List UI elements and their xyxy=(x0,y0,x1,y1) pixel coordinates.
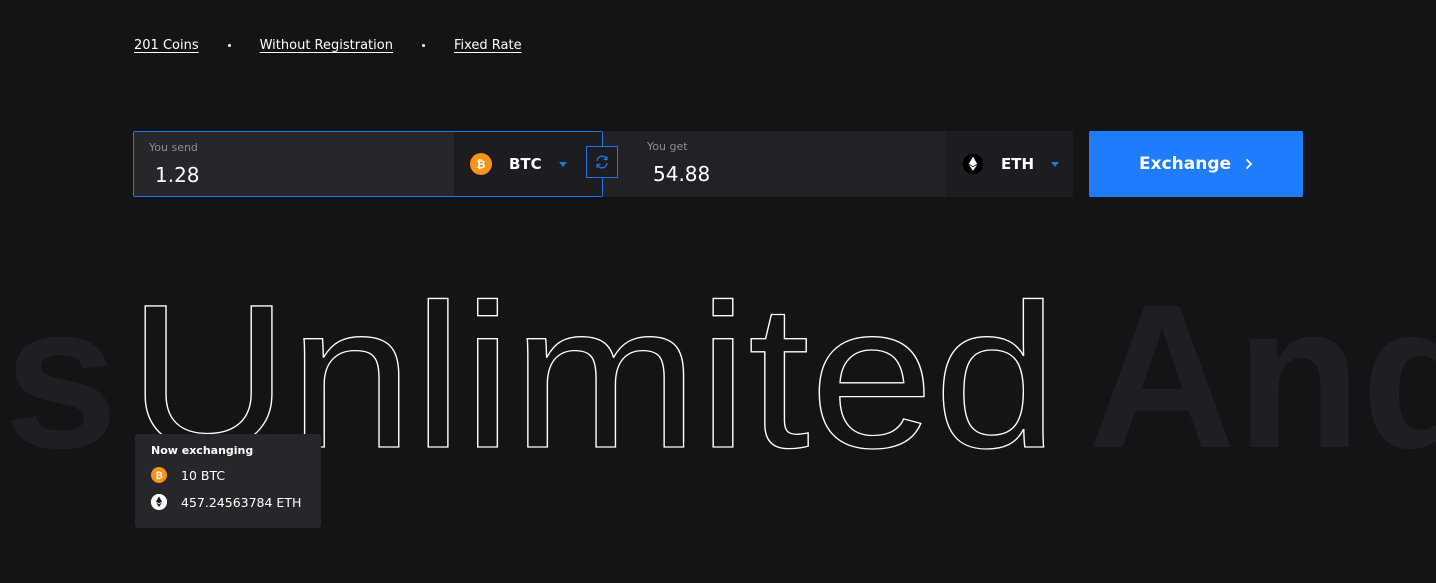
now-exchanging-title: Now exchanging xyxy=(151,444,254,457)
swap-button[interactable] xyxy=(586,146,618,178)
svg-text:₿: ₿ xyxy=(155,471,162,481)
bitcoin-icon: ₿ xyxy=(470,153,492,175)
exchange-button[interactable]: Exchange xyxy=(1089,131,1303,197)
now-exchanging-card: Now exchanging ₿ 10 BTC 457.24563784 ETH xyxy=(135,434,321,528)
chevron-right-icon xyxy=(1245,158,1253,170)
now-exchanging-to: 457.24563784 ETH xyxy=(151,493,305,511)
send-amount-input[interactable] xyxy=(149,162,451,188)
send-currency-selector[interactable]: ₿ BTC xyxy=(454,132,602,196)
bitcoin-icon: ₿ xyxy=(151,467,167,483)
without-registration-link[interactable]: Without Registration xyxy=(260,38,393,53)
ethereum-icon xyxy=(962,153,984,175)
svg-text:₿: ₿ xyxy=(477,158,486,170)
separator-dot xyxy=(421,44,425,47)
chevron-down-icon xyxy=(1051,161,1060,167)
chevron-down-icon xyxy=(558,161,567,167)
swap-icon xyxy=(596,155,608,169)
get-field: You get ETH xyxy=(603,131,1073,197)
headline-left-fragment: s xyxy=(4,270,118,470)
now-exchanging-from: ₿ 10 BTC xyxy=(151,466,305,484)
exchange-button-label: Exchange xyxy=(1138,154,1232,174)
headline-right-fragment: And xyxy=(1088,270,1436,470)
features-row: 201 Coins Without Registration Fixed Rat… xyxy=(134,38,522,53)
send-field: You send ₿ BTC xyxy=(133,131,603,197)
exchange-form: You send ₿ BTC You get xyxy=(133,131,1303,197)
coins-link[interactable]: 201 Coins xyxy=(134,38,199,53)
get-amount-input[interactable] xyxy=(647,161,949,187)
separator-dot xyxy=(227,44,231,47)
get-currency-selector[interactable]: ETH xyxy=(946,131,1073,197)
get-label: You get xyxy=(647,140,688,153)
now-exchanging-to-amount: 457.24563784 ETH xyxy=(181,494,302,510)
now-exchanging-from-amount: 10 BTC xyxy=(181,467,226,483)
exchange-page: 201 Coins Without Registration Fixed Rat… xyxy=(0,0,1436,583)
fixed-rate-link[interactable]: Fixed Rate xyxy=(454,38,522,53)
send-ticker: BTC xyxy=(509,155,542,173)
get-ticker: ETH xyxy=(1001,155,1035,173)
send-label: You send xyxy=(149,141,198,154)
ethereum-icon xyxy=(151,494,167,510)
